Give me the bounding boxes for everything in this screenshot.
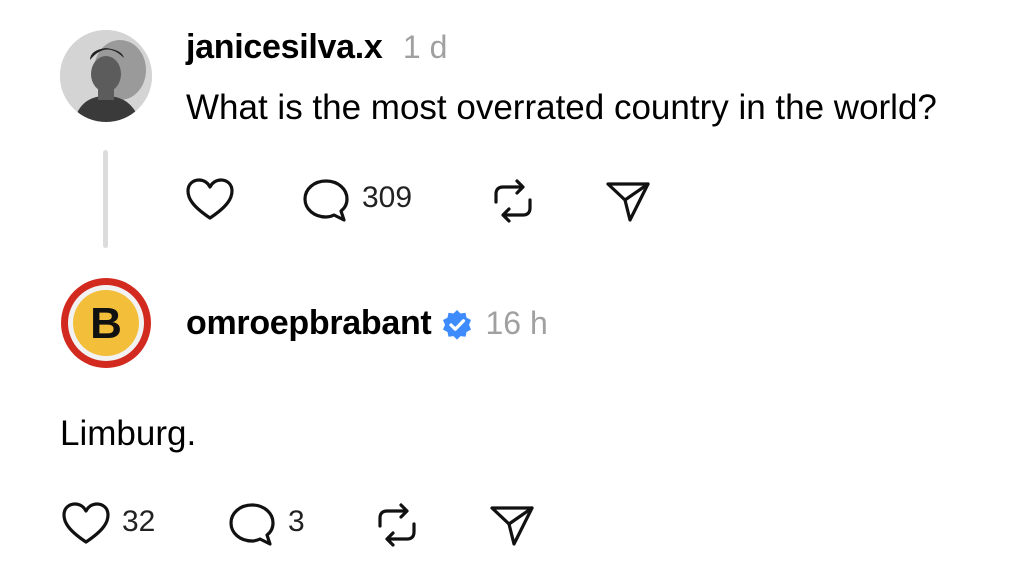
comment-icon[interactable] [302, 178, 350, 224]
avatar-janicesilva[interactable] [60, 30, 152, 122]
reply-like-count: 32 [122, 505, 156, 538]
post-time: 1 d [402, 29, 448, 65]
post-text: What is the most overrated country in th… [186, 88, 937, 127]
share-icon[interactable] [488, 502, 536, 548]
comment-icon[interactable] [228, 502, 276, 548]
post-header: janicesilva.x 1 d [186, 28, 447, 67]
repost-icon[interactable] [488, 176, 538, 226]
verified-badge-icon [441, 309, 473, 341]
reply-time: 16 h [485, 305, 548, 341]
heart-icon[interactable] [186, 178, 234, 222]
heart-icon[interactable] [62, 502, 110, 546]
reply-reply-count: 3 [288, 505, 305, 538]
thread-line [103, 150, 108, 248]
logo-letter: B [90, 299, 122, 348]
repost-icon[interactable] [372, 500, 422, 550]
reply-username[interactable]: omroepbrabant [186, 304, 432, 343]
reply-header: omroepbrabant 16 h [186, 304, 548, 343]
avatar-omroepbrabant[interactable]: B [60, 277, 152, 369]
reply-text: Limburg. [60, 414, 197, 453]
post-reply-count: 309 [362, 181, 413, 214]
post-username[interactable]: janicesilva.x [186, 28, 383, 66]
share-icon[interactable] [604, 178, 652, 224]
